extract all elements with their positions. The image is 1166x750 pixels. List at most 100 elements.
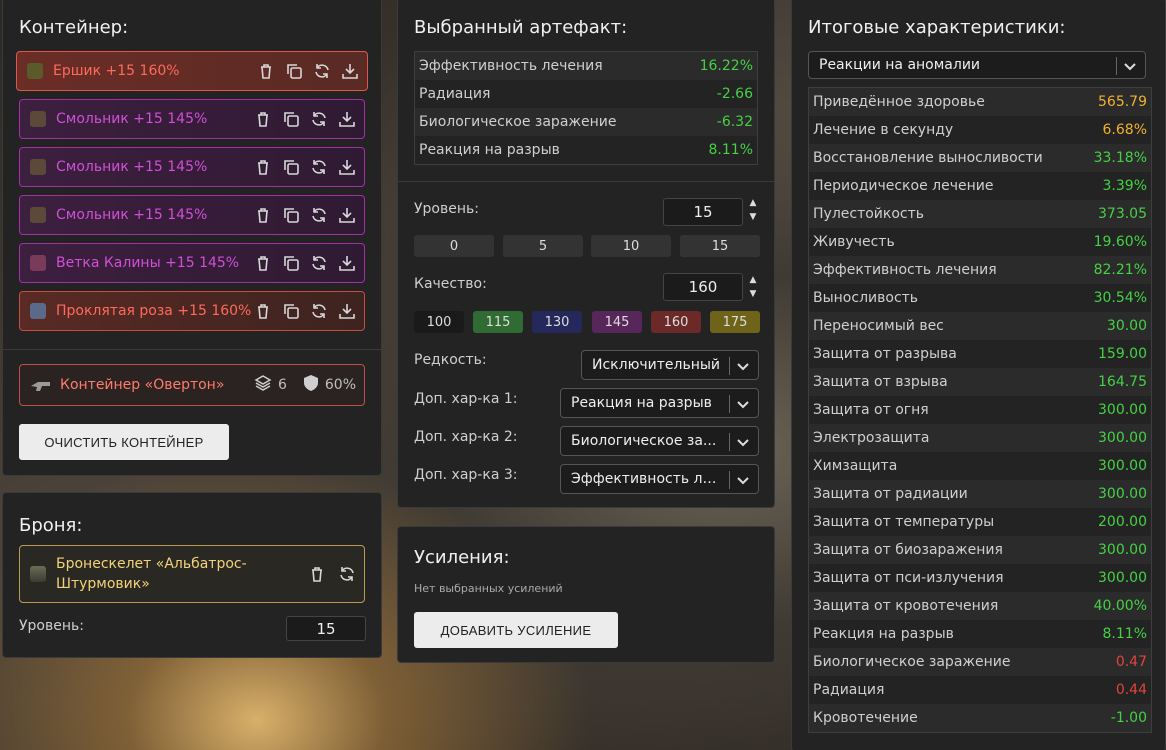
rarity-label: Редкость: bbox=[414, 352, 487, 368]
table-row: Эффективность лечения 16.22% bbox=[415, 52, 757, 80]
container-item[interactable]: Контейнер «Овертон» 6 60% bbox=[19, 364, 365, 406]
table-row: Живучесть 19.60% bbox=[809, 228, 1151, 256]
stat-value: 6.68% bbox=[1102, 122, 1147, 138]
refresh-icon[interactable] bbox=[310, 254, 328, 272]
level-down-arrow-icon[interactable]: ▼ bbox=[748, 212, 758, 222]
download-icon[interactable] bbox=[341, 62, 359, 80]
stat-label: Радиация bbox=[813, 682, 885, 698]
stat-value: 164.75 bbox=[1098, 374, 1147, 390]
stat-label: Кровотечение bbox=[813, 710, 918, 726]
stat-label: Защита от пси-излучения bbox=[813, 570, 1004, 586]
trash-icon[interactable] bbox=[254, 254, 272, 272]
quality-down-arrow-icon[interactable]: ▼ bbox=[748, 289, 758, 299]
copy-icon[interactable] bbox=[282, 206, 300, 224]
table-row: Выносливость 30.54% bbox=[809, 284, 1151, 312]
stat-value: 30.54% bbox=[1093, 290, 1147, 306]
quality-up-arrow-icon[interactable]: ▲ bbox=[748, 275, 758, 285]
copy-icon[interactable] bbox=[282, 110, 300, 128]
quality-preset-100[interactable]: 100 bbox=[414, 311, 464, 333]
resin-icon bbox=[30, 111, 46, 127]
table-row: Защита от разрыва 159.00 bbox=[809, 340, 1151, 368]
rarity-select[interactable]: Исключительный bbox=[581, 350, 759, 380]
copy-icon[interactable] bbox=[282, 254, 300, 272]
extra1-select[interactable]: Реакция на разрыв bbox=[560, 388, 759, 418]
trash-icon[interactable] bbox=[254, 110, 272, 128]
stat-value: 82.21% bbox=[1093, 262, 1147, 278]
quality-input[interactable]: 160 bbox=[663, 273, 743, 301]
copy-icon[interactable] bbox=[282, 302, 300, 320]
clear-container-button[interactable]: ОЧИСТИТЬ КОНТЕЙНЕР bbox=[19, 424, 229, 460]
artifact-name: Ветка Калины +15 145% bbox=[56, 255, 240, 271]
level-preset-15[interactable]: 15 bbox=[680, 235, 760, 257]
artifact-title: Выбранный артефакт: bbox=[414, 17, 628, 38]
download-icon[interactable] bbox=[338, 206, 356, 224]
rarity-value: Исключительный bbox=[592, 357, 721, 373]
extra3-select[interactable]: Эффективность ле... bbox=[560, 464, 759, 494]
quality-label: Качество: bbox=[414, 276, 487, 292]
list-item[interactable]: Ершик +15 160% bbox=[16, 51, 368, 91]
extra2-select[interactable]: Биологическое за... bbox=[560, 426, 759, 456]
refresh-icon[interactable] bbox=[310, 110, 328, 128]
copy-icon[interactable] bbox=[285, 62, 303, 80]
container-title: Контейнер: bbox=[19, 17, 129, 38]
armor-level-input[interactable]: 15 bbox=[286, 616, 366, 641]
quality-preset-145[interactable]: 145 bbox=[592, 311, 642, 333]
list-item[interactable]: Проклятая роза +15 160% bbox=[19, 291, 365, 331]
table-row: Восстановление выносливости 33.18% bbox=[809, 144, 1151, 172]
list-item[interactable]: Смольник +15 145% bbox=[19, 195, 365, 235]
refresh-icon[interactable] bbox=[310, 158, 328, 176]
refresh-icon[interactable] bbox=[310, 302, 328, 320]
download-icon[interactable] bbox=[338, 110, 356, 128]
table-row: Защита от биозаражения 300.00 bbox=[809, 536, 1151, 564]
table-row: Химзащита 300.00 bbox=[809, 452, 1151, 480]
list-item[interactable]: Смольник +15 145% bbox=[19, 147, 365, 187]
trash-icon[interactable] bbox=[254, 158, 272, 176]
add-boost-button[interactable]: ДОБАВИТЬ УСИЛЕНИЕ bbox=[414, 612, 618, 648]
table-row: Защита от кровотечения 40.00% bbox=[809, 592, 1151, 620]
armor-item[interactable]: Бронескелет «Альбатрос-Штурмовик» bbox=[19, 545, 365, 603]
table-row: Лечение в секунду 6.68% bbox=[809, 116, 1151, 144]
stat-label: Переносимый вес bbox=[813, 318, 944, 334]
refresh-icon[interactable] bbox=[313, 62, 331, 80]
armor-level-label: Уровень: bbox=[19, 618, 84, 634]
chevron-down-icon bbox=[736, 395, 750, 413]
totals-filter-select[interactable]: Реакции на аномалии bbox=[808, 51, 1146, 79]
refresh-icon[interactable] bbox=[338, 565, 356, 583]
stat-label: Живучесть bbox=[813, 234, 895, 250]
quality-preset-115[interactable]: 115 bbox=[473, 311, 523, 333]
copy-icon[interactable] bbox=[282, 158, 300, 176]
container-protection: 60% bbox=[324, 377, 356, 393]
stat-value: 16.22% bbox=[699, 58, 753, 74]
trash-icon[interactable] bbox=[254, 302, 272, 320]
quality-preset-175[interactable]: 175 bbox=[710, 311, 760, 333]
level-preset-10[interactable]: 10 bbox=[591, 235, 671, 257]
level-up-arrow-icon[interactable]: ▲ bbox=[748, 198, 758, 208]
artifact-name: Смольник +15 145% bbox=[56, 111, 208, 127]
list-item[interactable]: Смольник +15 145% bbox=[19, 99, 365, 139]
trash-icon[interactable] bbox=[254, 206, 272, 224]
level-input[interactable]: 15 bbox=[663, 198, 743, 226]
download-icon[interactable] bbox=[338, 254, 356, 272]
stat-value: 300.00 bbox=[1098, 542, 1147, 558]
list-item[interactable]: Ветка Калины +15 145% bbox=[19, 243, 365, 283]
stat-value: 33.18% bbox=[1093, 150, 1147, 166]
totals-panel: Итоговые характеристики: Реакции на аном… bbox=[791, 0, 1166, 750]
armor-panel: Броня: Бронескелет «Альбатрос-Штурмовик»… bbox=[2, 492, 382, 658]
level-preset-0[interactable]: 0 bbox=[414, 235, 494, 257]
container-gun-icon bbox=[30, 377, 50, 393]
table-row: Эффективность лечения 82.21% bbox=[809, 256, 1151, 284]
stat-value: 3.39% bbox=[1102, 178, 1147, 194]
download-icon[interactable] bbox=[338, 158, 356, 176]
trash-icon[interactable] bbox=[308, 565, 326, 583]
stat-label: Защита от огня bbox=[813, 402, 929, 418]
download-icon[interactable] bbox=[338, 302, 356, 320]
quality-preset-130[interactable]: 130 bbox=[532, 311, 582, 333]
table-row: Реакция на разрыв 8.11% bbox=[809, 620, 1151, 648]
trash-icon[interactable] bbox=[257, 62, 275, 80]
artifact-name: Проклятая роза +15 160% bbox=[56, 303, 252, 319]
chevron-down-icon bbox=[736, 471, 750, 489]
quality-preset-160[interactable]: 160 bbox=[651, 311, 701, 333]
refresh-icon[interactable] bbox=[310, 206, 328, 224]
stat-label: Защита от температуры bbox=[813, 514, 995, 530]
level-preset-5[interactable]: 5 bbox=[503, 235, 583, 257]
